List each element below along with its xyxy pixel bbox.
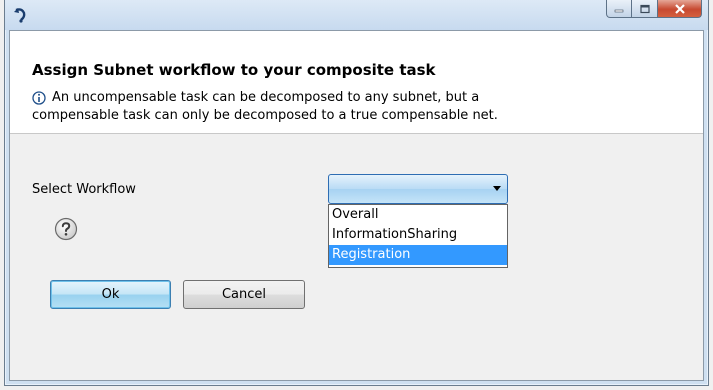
title-bar[interactable]: [5, 0, 708, 30]
minimize-button[interactable]: [606, 0, 632, 18]
option-overall[interactable]: Overall: [329, 205, 507, 225]
option-informationsharing[interactable]: InformationSharing: [329, 225, 507, 245]
dialog-header: Assign Subnet workflow to your composite…: [10, 31, 703, 134]
maximize-icon: [639, 4, 650, 13]
workflow-dropdown-list: Overall InformationSharing Registration: [328, 204, 508, 268]
undo-arrow-icon: [14, 8, 26, 23]
info-line-1: An uncompensable task can be decomposed …: [52, 90, 480, 105]
question-mark-icon[interactable]: [54, 217, 78, 241]
option-registration[interactable]: Registration: [329, 245, 507, 265]
maximize-button[interactable]: [632, 0, 658, 18]
info-message: An uncompensable task can be decomposed …: [32, 89, 712, 125]
chevron-down-icon: [493, 186, 501, 191]
close-button[interactable]: [658, 0, 702, 18]
select-workflow-label: Select Workflow: [32, 182, 136, 197]
info-line-2: compensable task can only be decomposed …: [32, 108, 498, 123]
info-icon: [32, 91, 46, 105]
cancel-button[interactable]: Cancel: [183, 280, 305, 309]
dialog-content: Assign Subnet workflow to your composite…: [9, 30, 704, 381]
minimize-icon: [614, 9, 624, 12]
close-icon: [674, 3, 685, 14]
workflow-combo[interactable]: [328, 174, 508, 204]
window-controls: [606, 0, 702, 20]
dialog-window: Assign Subnet workflow to your composite…: [4, 0, 709, 386]
ok-button[interactable]: Ok: [50, 280, 171, 309]
dialog-title: Assign Subnet workflow to your composite…: [32, 61, 436, 79]
